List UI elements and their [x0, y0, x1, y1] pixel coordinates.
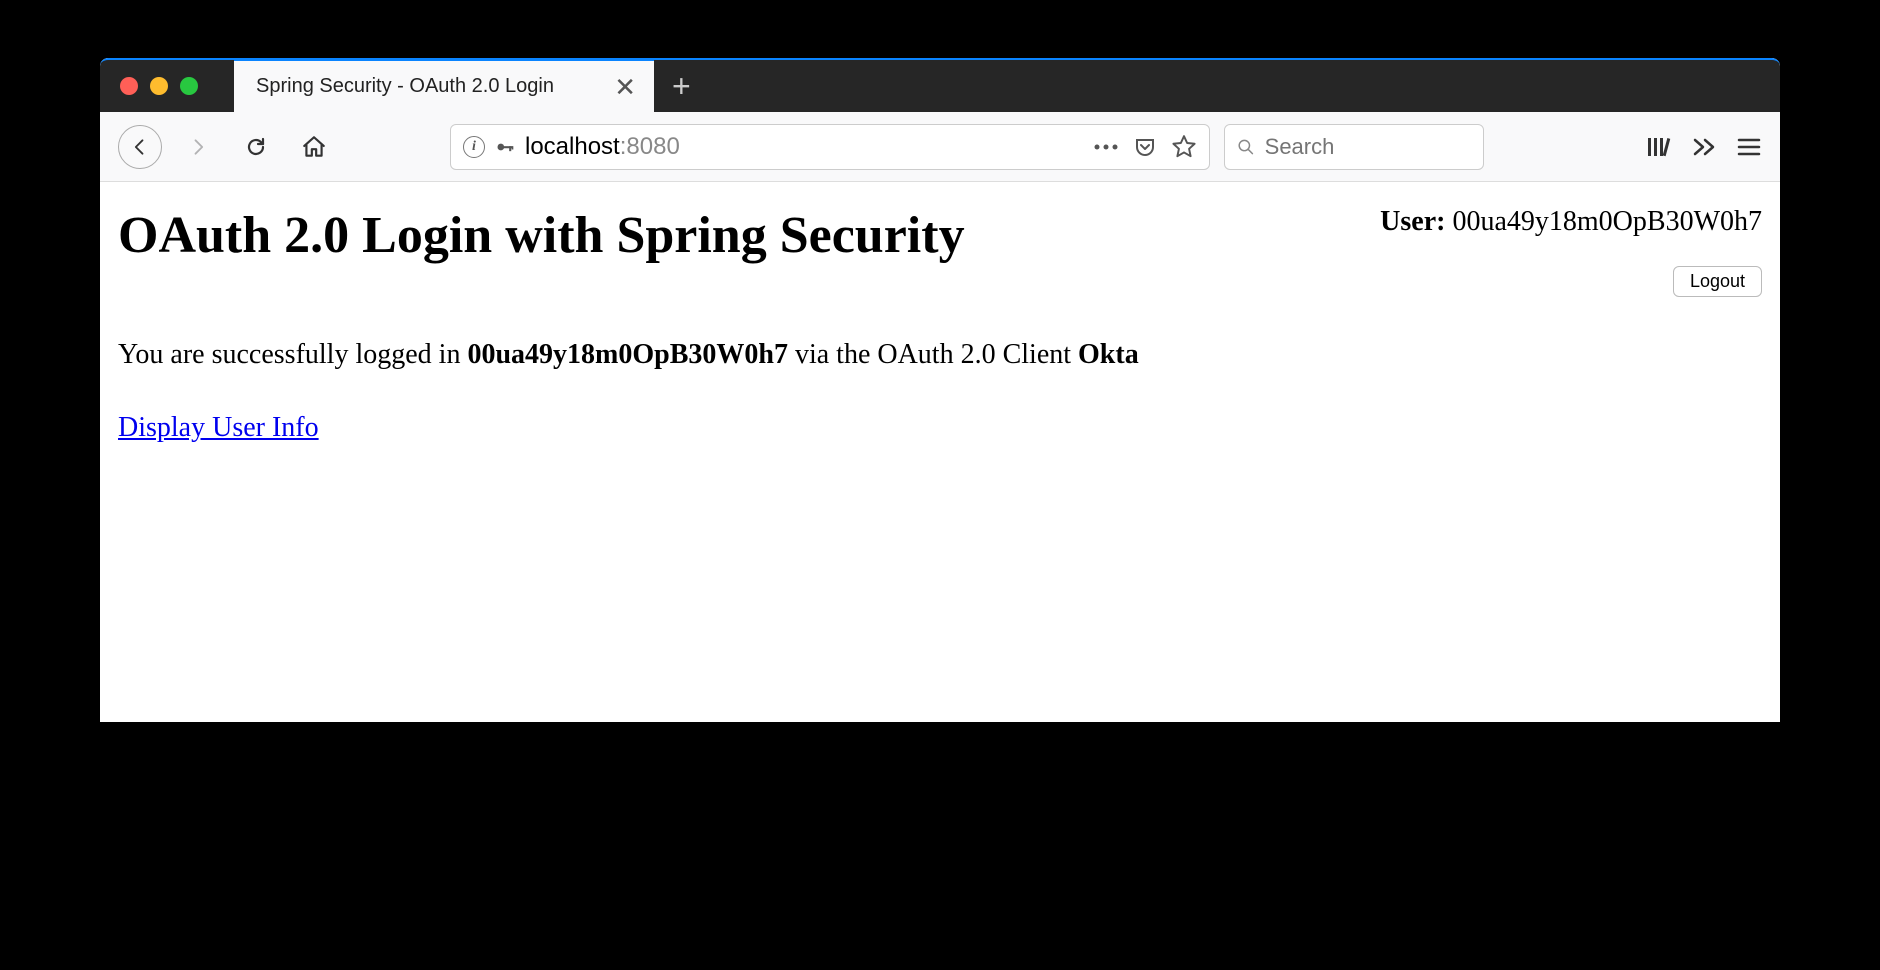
- msg-user: 00ua49y18m0OpB30W0h7: [467, 339, 788, 370]
- page-header: OAuth 2.0 Login with Spring Security Use…: [118, 206, 1762, 297]
- browser-toolbar: i localhost:8080: [100, 112, 1780, 182]
- arrow-right-icon: [188, 137, 208, 157]
- url-port: :8080: [620, 133, 680, 160]
- page-title: OAuth 2.0 Login with Spring Security: [118, 206, 965, 265]
- browser-window: Spring Security - OAuth 2.0 Login ✕ + i …: [100, 58, 1780, 722]
- tab-bar: Spring Security - OAuth 2.0 Login ✕ +: [100, 58, 1780, 112]
- page-actions-icon[interactable]: [1093, 143, 1119, 151]
- toolbar-right: [1646, 135, 1762, 159]
- library-icon[interactable]: [1646, 135, 1674, 159]
- browser-tab[interactable]: Spring Security - OAuth 2.0 Login ✕: [234, 58, 654, 112]
- bookmark-star-icon[interactable]: [1171, 134, 1197, 160]
- arrow-left-icon: [130, 137, 150, 157]
- pocket-icon[interactable]: [1133, 135, 1157, 159]
- user-section: User: 00ua49y18m0OpB30W0h7 Logout: [1380, 206, 1762, 297]
- window-controls: [120, 77, 198, 95]
- overflow-icon[interactable]: [1692, 137, 1718, 157]
- search-bar[interactable]: [1224, 124, 1484, 170]
- url-text: localhost:8080: [525, 133, 1083, 161]
- close-window-button[interactable]: [120, 77, 138, 95]
- maximize-window-button[interactable]: [180, 77, 198, 95]
- user-label: User:: [1380, 206, 1445, 237]
- home-icon: [301, 134, 327, 160]
- search-icon: [1237, 137, 1255, 157]
- reload-icon: [244, 135, 268, 159]
- new-tab-button[interactable]: +: [672, 70, 691, 102]
- msg-client: Okta: [1078, 339, 1139, 370]
- url-actions: [1093, 134, 1197, 160]
- tab-title: Spring Security - OAuth 2.0 Login: [256, 75, 600, 98]
- user-id: 00ua49y18m0OpB30W0h7: [1452, 206, 1762, 237]
- close-tab-icon[interactable]: ✕: [614, 74, 636, 100]
- login-message: You are successfully logged in 00ua49y18…: [118, 335, 1762, 374]
- forward-button[interactable]: [176, 125, 220, 169]
- display-user-info-link[interactable]: Display User Info: [118, 412, 319, 444]
- minimize-window-button[interactable]: [150, 77, 168, 95]
- search-input[interactable]: [1265, 134, 1471, 160]
- logout-button[interactable]: Logout: [1673, 266, 1762, 297]
- key-icon: [495, 137, 515, 157]
- back-button[interactable]: [118, 125, 162, 169]
- url-host: localhost: [525, 133, 620, 160]
- home-button[interactable]: [292, 125, 336, 169]
- url-bar[interactable]: i localhost:8080: [450, 124, 1210, 170]
- user-block: User: 00ua49y18m0OpB30W0h7: [1380, 206, 1762, 238]
- msg-prefix: You are successfully logged in: [118, 339, 467, 370]
- reload-button[interactable]: [234, 125, 278, 169]
- msg-middle: via the OAuth 2.0 Client: [788, 339, 1078, 370]
- site-info-icon[interactable]: i: [463, 136, 485, 158]
- menu-icon[interactable]: [1736, 136, 1762, 158]
- page-content: OAuth 2.0 Login with Spring Security Use…: [100, 182, 1780, 722]
- logout-form: Logout: [1380, 266, 1762, 297]
